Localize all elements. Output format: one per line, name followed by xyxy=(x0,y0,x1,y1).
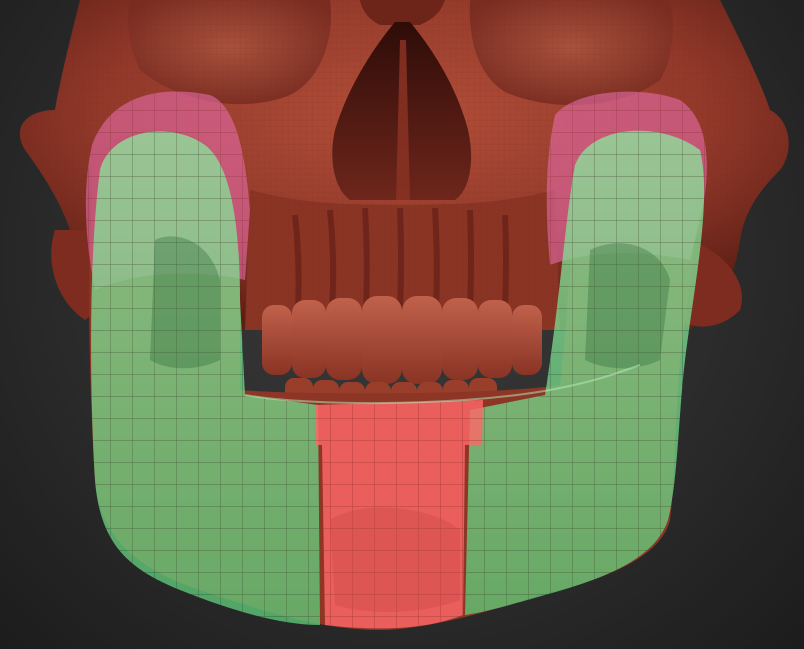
chin-shading xyxy=(330,507,460,612)
skull-3d-render xyxy=(19,0,789,630)
viewport-canvas[interactable] xyxy=(0,0,804,649)
